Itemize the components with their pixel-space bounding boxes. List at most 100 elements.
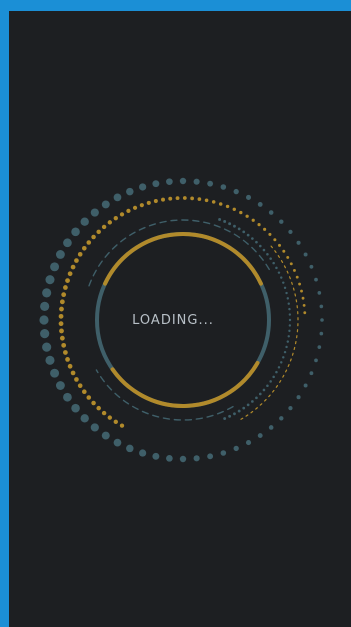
inner-dot bbox=[233, 412, 236, 416]
outer-dot bbox=[166, 178, 173, 186]
gold-dot bbox=[59, 335, 65, 341]
outer-dot bbox=[296, 240, 301, 245]
gold-dot bbox=[293, 268, 296, 272]
inner-dot bbox=[272, 375, 275, 379]
gold-dot bbox=[77, 383, 83, 388]
inner-dot bbox=[277, 271, 281, 274]
gold-dot bbox=[59, 328, 64, 334]
outer-dot bbox=[139, 183, 147, 191]
gold-dot bbox=[65, 278, 70, 283]
gold-dot bbox=[168, 196, 173, 201]
gold-dot bbox=[295, 275, 299, 279]
outer-dot bbox=[55, 381, 65, 390]
gold-dot bbox=[101, 410, 107, 416]
gold-dot bbox=[268, 232, 272, 236]
outer-dot bbox=[71, 403, 80, 413]
outer-dot bbox=[268, 210, 274, 215]
gold-dot bbox=[59, 306, 64, 312]
gold-dot bbox=[58, 313, 64, 319]
inner-dot bbox=[237, 409, 241, 413]
outer-dot bbox=[319, 304, 324, 309]
outer-dot bbox=[320, 318, 324, 322]
outer-dot bbox=[245, 440, 252, 446]
gold-dot bbox=[146, 200, 151, 205]
outer-dot bbox=[245, 194, 252, 200]
outer-dot bbox=[257, 433, 263, 438]
gold-dot bbox=[82, 245, 87, 251]
main-gold-top bbox=[103, 232, 263, 286]
inner-dot bbox=[251, 400, 254, 403]
outer-dot bbox=[179, 455, 187, 463]
outer-dot bbox=[166, 454, 173, 462]
inner-dot bbox=[218, 217, 222, 221]
inner-dot bbox=[237, 227, 241, 231]
gold-dot bbox=[302, 304, 306, 307]
inner-dot bbox=[255, 396, 258, 400]
gold-dot bbox=[300, 289, 303, 293]
inner-dot bbox=[228, 222, 232, 226]
gold-dot bbox=[91, 400, 96, 406]
gold-dot bbox=[282, 249, 286, 253]
outer-dot bbox=[42, 342, 52, 352]
outer-dot bbox=[314, 358, 318, 363]
outer-dot bbox=[55, 250, 65, 259]
outer-dot bbox=[101, 431, 110, 440]
outer-dot bbox=[39, 315, 49, 325]
outer-dot bbox=[233, 188, 239, 195]
inner-dot bbox=[288, 324, 292, 327]
gold-dot bbox=[289, 262, 293, 266]
inner-dot bbox=[242, 230, 246, 234]
outer-dot bbox=[257, 202, 263, 207]
outer-dot bbox=[139, 449, 147, 457]
outer-dot bbox=[314, 277, 318, 282]
inner-dot bbox=[277, 366, 281, 369]
outer-dot bbox=[50, 368, 60, 378]
gold-dot bbox=[245, 214, 249, 218]
outer-dot bbox=[319, 331, 324, 336]
outer-dot bbox=[288, 229, 293, 234]
inner-dot bbox=[282, 356, 285, 359]
dashed-ring bbox=[88, 219, 271, 287]
inner-dot bbox=[286, 340, 290, 343]
outer-dot bbox=[63, 392, 72, 402]
outer-dot bbox=[63, 238, 72, 248]
outer-dot bbox=[113, 193, 122, 202]
inner-dot bbox=[288, 307, 291, 311]
outer-dot bbox=[317, 345, 322, 349]
gold-dot bbox=[61, 342, 67, 348]
inner-dot bbox=[266, 384, 269, 388]
outer-dot bbox=[317, 291, 322, 295]
inner-dot bbox=[258, 244, 262, 248]
gold-dot bbox=[161, 197, 165, 202]
gold-dot bbox=[63, 285, 68, 290]
inner-dot bbox=[288, 318, 292, 322]
outer-dot bbox=[152, 180, 160, 188]
outer-dot bbox=[113, 438, 122, 447]
inner-dot bbox=[251, 237, 254, 240]
outer-dot bbox=[279, 219, 284, 224]
gold-dot bbox=[303, 311, 307, 315]
outer-dot bbox=[152, 452, 160, 460]
gold-dot bbox=[232, 207, 236, 211]
outer-dot bbox=[279, 416, 284, 421]
outer-dot bbox=[80, 217, 89, 226]
outer-dot bbox=[288, 406, 293, 411]
gold-dot bbox=[119, 212, 125, 217]
outer-dot bbox=[40, 301, 50, 311]
outer-dot bbox=[220, 184, 227, 190]
gold-dot bbox=[126, 208, 131, 214]
gold-dot bbox=[86, 395, 92, 400]
outer-dot bbox=[220, 450, 227, 456]
outer-dot bbox=[71, 227, 80, 237]
inner-dot bbox=[280, 361, 283, 364]
gold-dot bbox=[175, 196, 180, 201]
inner-dot bbox=[266, 252, 269, 256]
inner-dot bbox=[275, 266, 278, 270]
gold-dot bbox=[153, 199, 158, 204]
gold-dot bbox=[278, 243, 282, 247]
gold-dot bbox=[197, 197, 202, 201]
outer-dot bbox=[303, 383, 308, 388]
gold-dot bbox=[91, 234, 96, 240]
outer-dot bbox=[126, 187, 134, 196]
gold-dot bbox=[119, 423, 125, 428]
